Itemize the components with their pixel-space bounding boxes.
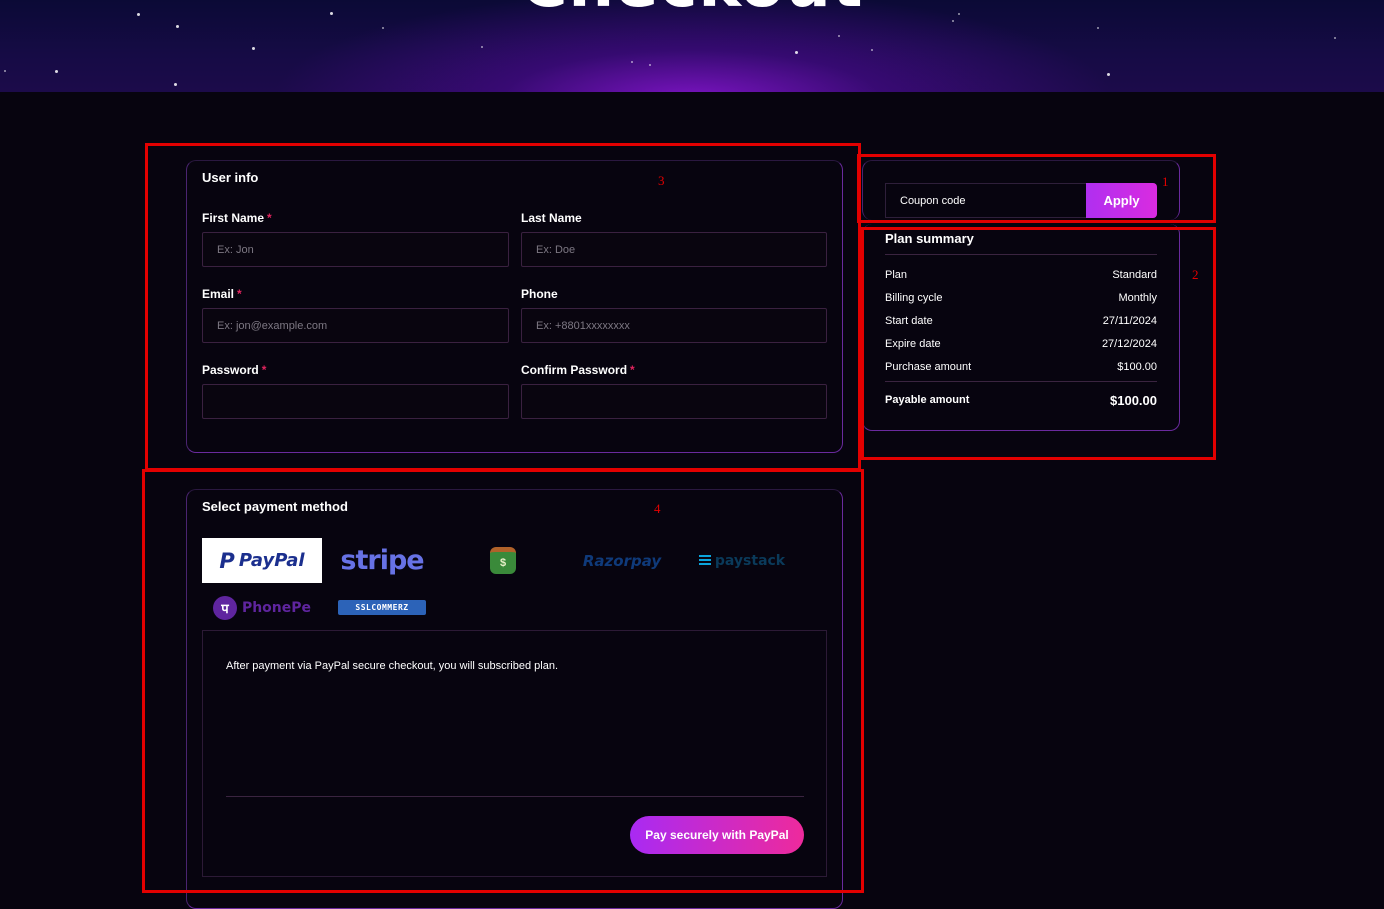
annotation-label-2: 2 [1192,267,1199,282]
payment-method-cash[interactable]: $ [478,538,528,583]
first-name-input[interactable] [202,232,509,267]
payment-method-label: Razorpay [582,551,662,570]
paypal-logo-icon: P [219,548,235,573]
payment-method-label: SSLCOMMERZ [355,603,409,612]
payment-note: After payment via PayPal secure checkout… [226,660,558,672]
password-label: Password * [202,363,267,377]
payment-title: Select payment method [202,499,348,514]
annotation-label-1: 1 [1162,174,1169,189]
paystack-logo-icon [698,555,711,566]
payment-method-phonepe[interactable]: प PhonePe [210,592,314,624]
payment-method-paypal[interactable]: P PayPal [202,538,322,583]
divider [885,381,1157,382]
plan-summary-title: Plan summary [885,231,974,246]
user-info-title: User info [202,170,259,185]
divider [885,254,1157,255]
hero-banner: Checkout [0,0,1384,92]
payment-method-paystack[interactable]: paystack [694,538,790,583]
divider [226,796,804,797]
payment-method-label: stripe [340,545,424,576]
payment-method-razorpay[interactable]: Razorpay [574,538,670,583]
coupon-code-input[interactable] [885,183,1087,218]
password-input[interactable] [202,384,509,419]
email-label: Email * [202,287,242,301]
first-name-label: First Name * [202,211,272,225]
annotation-label-4: 4 [654,501,661,516]
money-bag-icon: $ [490,547,516,574]
last-name-input[interactable] [521,232,827,267]
payment-method-label: paystack [714,552,786,569]
apply-coupon-button[interactable]: Apply [1086,183,1157,218]
confirm-password-input[interactable] [521,384,827,419]
page-title: Checkout [0,0,1384,22]
confirm-password-label: Confirm Password * [521,363,635,377]
last-name-label: Last Name [521,211,582,225]
annotation-label-3: 3 [658,173,665,188]
phone-input[interactable] [521,308,827,343]
email-input[interactable] [202,308,509,343]
phone-label: Phone [521,287,558,301]
payment-method-label: PhonePe [241,600,312,616]
payment-method-stripe[interactable]: stripe [334,538,430,583]
pay-securely-button[interactable]: Pay securely with PayPal [630,816,804,854]
phonepe-logo-icon: प [212,596,237,620]
payment-method-label: PayPal [238,550,305,571]
payment-method-sslcommerz[interactable]: SSLCOMMERZ [338,600,426,615]
